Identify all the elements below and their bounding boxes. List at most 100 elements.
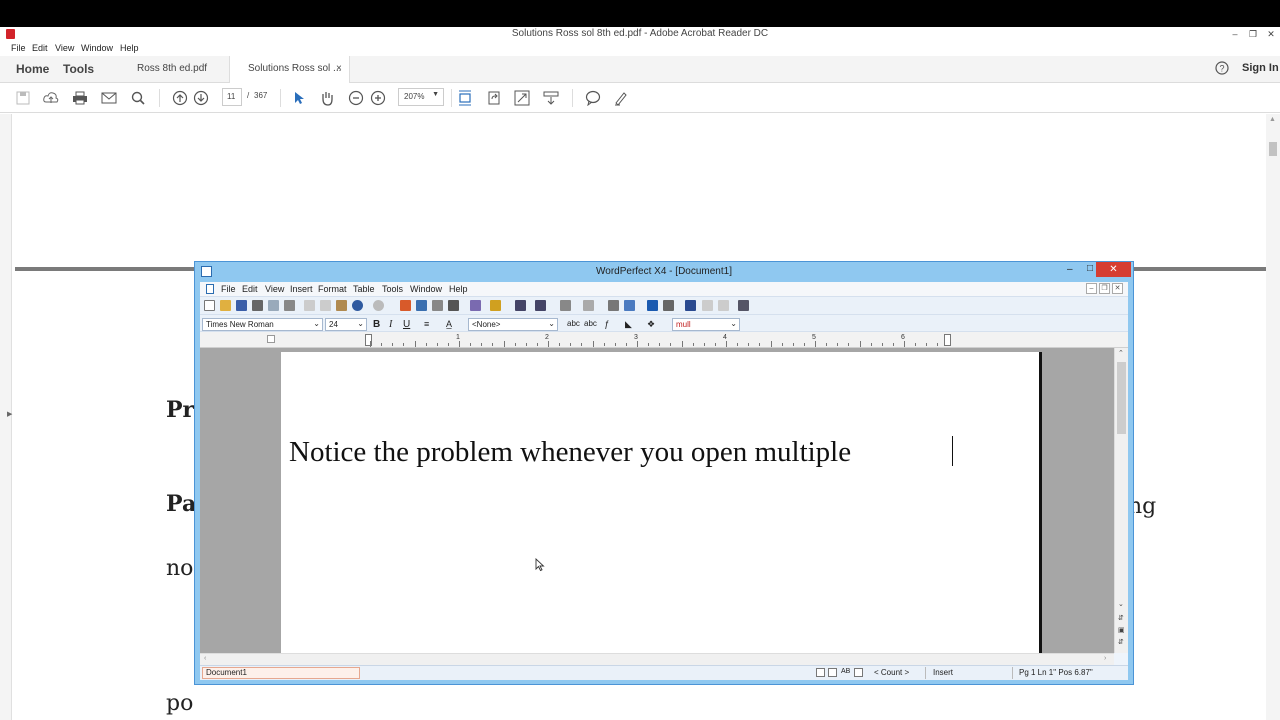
shadow-icon[interactable]: ❖ xyxy=(647,319,655,330)
comment-icon[interactable] xyxy=(584,89,602,107)
count-display[interactable]: < Count > xyxy=(874,668,909,677)
zoom-in-icon[interactable] xyxy=(369,89,387,107)
redo-icon[interactable] xyxy=(373,300,384,311)
email-icon[interactable] xyxy=(100,89,118,107)
underline-button[interactable]: U xyxy=(403,319,410,330)
fit-page-icon[interactable] xyxy=(456,89,474,107)
wp-menu-edit[interactable]: Edit xyxy=(242,284,258,294)
upload-cloud-icon[interactable] xyxy=(42,89,60,107)
menu-window[interactable]: Window xyxy=(81,43,113,53)
previous-page-icon[interactable] xyxy=(171,89,189,107)
wp-menu-window[interactable]: Window xyxy=(410,284,442,294)
pen-icon[interactable] xyxy=(416,300,427,311)
right-margin-marker[interactable] xyxy=(944,334,951,346)
forward-icon[interactable] xyxy=(718,300,729,311)
table-icon[interactable] xyxy=(583,300,594,311)
save-icon[interactable] xyxy=(14,89,32,107)
pdf-navigation-pane[interactable]: ▶ xyxy=(0,114,12,720)
italic-button[interactable]: I xyxy=(389,319,392,330)
document-text[interactable]: Notice the problem whenever you open mul… xyxy=(289,436,851,469)
wp-menu-insert[interactable]: Insert xyxy=(290,284,313,294)
scrollbar-thumb[interactable] xyxy=(1117,362,1126,434)
minimize-icon[interactable]: – xyxy=(1067,264,1073,275)
close-icon[interactable]: ✕ xyxy=(1096,262,1131,277)
select-cursor-icon[interactable] xyxy=(290,89,308,107)
help-icon[interactable]: ? xyxy=(1215,61,1229,78)
line-icon[interactable] xyxy=(448,300,459,311)
caps-lock-icon[interactable] xyxy=(816,668,825,677)
document-tab[interactable]: Document1 xyxy=(202,667,360,679)
menu-view[interactable]: View xyxy=(55,43,74,53)
font-size-select[interactable]: 24 ⌄ xyxy=(325,318,367,331)
wp-ruler[interactable]: 1 2 3 4 5 6 xyxy=(200,332,1128,348)
wp-horizontal-scrollbar[interactable]: ‹ › xyxy=(200,653,1114,665)
doc-minimize-icon[interactable]: – xyxy=(1086,283,1097,294)
zoom-icon[interactable] xyxy=(624,300,635,311)
wp-menu-help[interactable]: Help xyxy=(449,284,468,294)
menu-edit[interactable]: Edit xyxy=(32,43,48,53)
restore-icon[interactable]: ❐ xyxy=(1244,27,1262,42)
minimize-icon[interactable]: – xyxy=(1226,27,1244,42)
style-select[interactable]: <None> ⌄ xyxy=(468,318,558,331)
tab-home[interactable]: Home xyxy=(16,62,49,76)
tab-set-icon[interactable] xyxy=(267,335,275,343)
prompt-as-you-go-select[interactable]: mull ⌄ xyxy=(672,318,740,331)
print-icon[interactable] xyxy=(71,89,89,107)
next-page-icon[interactable] xyxy=(192,89,210,107)
tab-tools[interactable]: Tools xyxy=(63,62,94,76)
highlight-icon[interactable] xyxy=(400,300,411,311)
copy-icon[interactable] xyxy=(320,300,331,311)
cut-icon[interactable] xyxy=(304,300,315,311)
next-page-icon[interactable]: ⇵ xyxy=(1118,638,1124,646)
fill-icon[interactable]: ◣ xyxy=(625,319,632,330)
doc-close-icon[interactable]: ✕ xyxy=(1112,283,1123,294)
close-icon[interactable]: ✕ xyxy=(1262,27,1280,42)
wp-vertical-scrollbar[interactable]: ⌃ ⌄ ⇵ ▣ ⇵ xyxy=(1114,348,1128,653)
insert-mode-icon[interactable] xyxy=(828,668,837,677)
page-icon[interactable]: ▣ xyxy=(1118,626,1125,634)
menu-file[interactable]: File xyxy=(11,43,26,53)
font-face-select[interactable]: Times New Roman ⌄ xyxy=(202,318,323,331)
bold-button[interactable]: B xyxy=(373,319,380,330)
previous-page-icon[interactable]: ⇵ xyxy=(1118,614,1124,622)
scroll-up-icon[interactable]: ⌃ xyxy=(1118,349,1124,357)
save-icon[interactable] xyxy=(236,300,247,311)
reveal-codes-icon[interactable] xyxy=(663,300,674,311)
symbols-icon[interactable] xyxy=(647,300,658,311)
wp-menu-view[interactable]: View xyxy=(265,284,284,294)
justification-icon[interactable]: ≡ xyxy=(424,319,429,329)
bullets-icon[interactable] xyxy=(535,300,546,311)
search-icon[interactable] xyxy=(129,89,147,107)
wp-menu-format[interactable]: Format xyxy=(318,284,347,294)
numbering-icon[interactable] xyxy=(515,300,526,311)
wp-menu-tools[interactable]: Tools xyxy=(382,284,403,294)
menu-help[interactable]: Help xyxy=(120,43,139,53)
maximize-icon[interactable]: □ xyxy=(1087,263,1093,274)
prompt-as-you-go-icon[interactable]: ƒ xyxy=(604,319,609,329)
zoom-out-icon[interactable] xyxy=(347,89,365,107)
image-icon[interactable] xyxy=(432,300,443,311)
font-color-icon[interactable]: A̲ xyxy=(446,319,452,329)
tab-solutions-ross[interactable]: Solutions Ross sol ... × xyxy=(229,56,350,83)
wp-document-area[interactable]: Notice the problem whenever you open mul… xyxy=(200,348,1114,653)
hand-tool-icon[interactable] xyxy=(318,89,336,107)
scroll-up-icon[interactable]: ▲ xyxy=(1269,116,1276,123)
insert-mode[interactable]: Insert xyxy=(933,668,953,677)
scrollbar-thumb[interactable] xyxy=(1269,142,1277,156)
spell-as-you-go-icon[interactable]: abc xyxy=(584,319,597,328)
open-folder-icon[interactable] xyxy=(220,300,231,311)
paste-icon[interactable] xyxy=(336,300,347,311)
zoom-select[interactable]: 207% ▼ xyxy=(398,88,444,106)
scroll-right-icon[interactable]: › xyxy=(1104,655,1106,662)
printer-icon[interactable] xyxy=(854,668,863,677)
full-screen-icon[interactable] xyxy=(513,89,531,107)
fax-icon[interactable] xyxy=(284,300,295,311)
page-number-input[interactable]: 11 xyxy=(222,88,242,106)
columns-icon[interactable] xyxy=(560,300,571,311)
doc-restore-icon[interactable]: ❐ xyxy=(1099,283,1110,294)
back-icon[interactable] xyxy=(702,300,713,311)
ab-icon[interactable]: AB xyxy=(841,668,850,675)
text-art-icon[interactable] xyxy=(470,300,481,311)
print-icon[interactable] xyxy=(252,300,263,311)
print-preview-icon[interactable] xyxy=(268,300,279,311)
